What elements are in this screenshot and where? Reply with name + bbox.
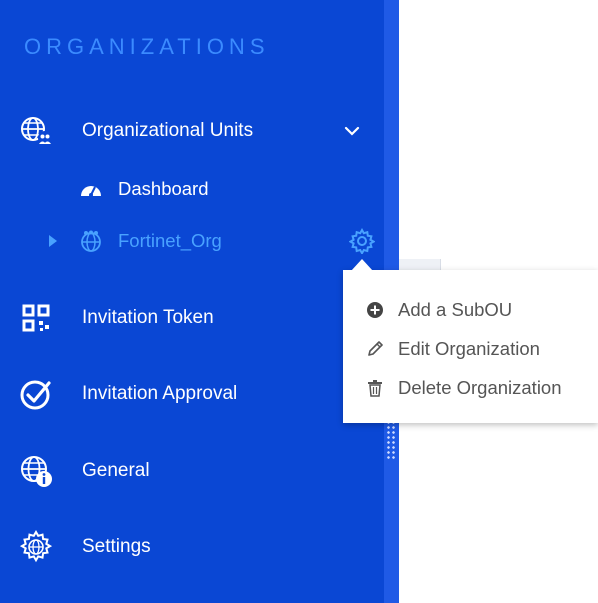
sidebar: ORGANIZATIONS Organizational Units Dashb… xyxy=(0,0,384,603)
check-circle-icon xyxy=(18,376,54,412)
gear-icon[interactable] xyxy=(349,228,375,254)
nav-item-label: Settings xyxy=(82,536,151,557)
context-menu: Add a SubOU Edit Organization Delete Org… xyxy=(343,270,598,423)
caret-right-icon[interactable] xyxy=(49,235,57,247)
section-title: ORGANIZATIONS xyxy=(24,34,270,59)
trash-icon xyxy=(365,378,385,398)
nav-item-settings[interactable]: Settings xyxy=(0,522,384,572)
menu-pointer xyxy=(351,259,373,271)
sub-item-label: Fortinet_Org xyxy=(118,230,222,251)
menu-item-edit-organization[interactable]: Edit Organization xyxy=(343,331,598,367)
plus-circle-icon xyxy=(365,300,385,320)
pencil-icon xyxy=(365,339,385,359)
resize-handle[interactable] xyxy=(386,420,396,460)
nav-item-general[interactable]: General xyxy=(0,446,384,496)
nav-item-label: General xyxy=(82,460,150,481)
nav-item-invitation-approval[interactable]: Invitation Approval xyxy=(0,369,384,419)
nav-item-organizational-units[interactable]: Organizational Units xyxy=(0,106,384,156)
sub-item-dashboard[interactable]: Dashboard xyxy=(0,169,384,209)
qr-code-icon xyxy=(18,300,54,336)
nav-item-invitation-token[interactable]: Invitation Token xyxy=(0,293,384,343)
menu-item-label: Add a SubOU xyxy=(398,299,513,320)
chevron-down-icon[interactable] xyxy=(343,122,361,140)
sub-item-fortinet-org[interactable]: Fortinet_Org xyxy=(0,221,384,261)
nav-item-label: Invitation Approval xyxy=(82,383,238,404)
menu-item-label: Edit Organization xyxy=(398,338,540,359)
sub-item-label: Dashboard xyxy=(118,178,209,199)
globe-users-icon xyxy=(18,113,54,149)
menu-item-delete-organization[interactable]: Delete Organization xyxy=(343,370,598,406)
menu-item-label: Delete Organization xyxy=(398,377,562,398)
speedometer-icon xyxy=(78,176,104,202)
gear-globe-icon xyxy=(18,529,54,565)
nav-item-label: Organizational Units xyxy=(82,120,254,141)
nav-item-label: Invitation Token xyxy=(82,307,214,328)
globe-info-icon xyxy=(18,453,54,489)
menu-item-add-subou[interactable]: Add a SubOU xyxy=(343,292,598,328)
globe-users-icon xyxy=(78,228,104,254)
